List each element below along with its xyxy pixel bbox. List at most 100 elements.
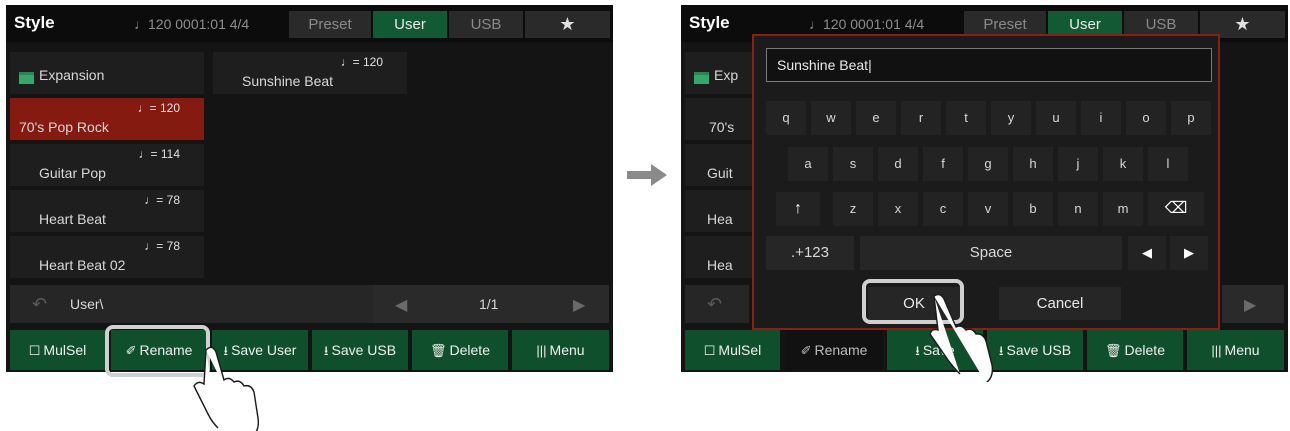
mulsel-button[interactable]: ☐ MulSel [10, 330, 105, 370]
style-name: Heart Beat [39, 211, 106, 227]
key-v[interactable]: v [968, 192, 1008, 226]
key-j[interactable]: j [1058, 147, 1098, 181]
key-x[interactable]: x [878, 192, 918, 226]
key-e[interactable]: e [856, 101, 896, 135]
trash-icon: 🗑 [1105, 343, 1122, 358]
key-p[interactable]: p [1171, 101, 1211, 135]
folder-label: Expansion [39, 67, 105, 83]
style-item-heart-beat[interactable]: ♩= 78 Heart Beat [10, 190, 204, 232]
star-icon: ★ [559, 14, 576, 34]
header-bar: Style ♩120 0001:01 4/4 Preset User USB ★ [6, 5, 613, 42]
mulsel-button[interactable]: ☐ MulSel [685, 330, 780, 370]
left-arrow-icon: ◀ [1142, 245, 1152, 260]
name-input[interactable]: Sunshine Beat| [766, 48, 1212, 82]
key-b[interactable]: b [1013, 192, 1053, 226]
folder-icon [19, 72, 34, 84]
delete-button[interactable]: 🗑 Delete [412, 330, 508, 370]
path-label: User\ [70, 296, 104, 312]
button-label: Delete [449, 342, 490, 358]
style-name: Hea [707, 211, 733, 227]
key-i[interactable]: i [1081, 101, 1121, 135]
save-user-icon: ⭳ [915, 343, 920, 358]
style-item-sunshine-beat[interactable]: ♩= 120 Sunshine Beat [213, 52, 407, 94]
prev-page-icon[interactable]: ◀ [395, 295, 407, 315]
folder-label: Exp [714, 67, 739, 83]
folder-expansion[interactable]: Expansion [10, 52, 204, 94]
trash-icon: 🗑 [430, 343, 447, 358]
tab-user[interactable]: User [373, 11, 447, 38]
key-m[interactable]: m [1103, 192, 1143, 226]
style-item-70s-pop-rock[interactable]: ♩= 120 70's Pop Rock [10, 98, 204, 140]
tab-preset[interactable]: Preset [289, 11, 371, 38]
path-bar: ↶ User\ [10, 285, 407, 323]
menu-button[interactable]: ||| Menu [512, 330, 609, 370]
folder-icon [694, 72, 709, 84]
rename-icon: ✐ [800, 343, 812, 358]
style-name: Guit [707, 165, 733, 181]
page-title: Style [689, 13, 730, 32]
style-item-heart-beat-02[interactable]: ♩= 78 Heart Beat 02 [10, 236, 204, 278]
key-w[interactable]: w [811, 101, 851, 135]
backspace-icon: ⌫ [1164, 200, 1188, 217]
next-page-icon[interactable]: ▶ [573, 295, 585, 315]
tab-favorite[interactable]: ★ [525, 11, 610, 38]
key-c[interactable]: c [923, 192, 963, 226]
style-name: 70's Pop Rock [19, 119, 109, 135]
key-n[interactable]: n [1058, 192, 1098, 226]
key-l[interactable]: l [1148, 147, 1188, 181]
next-page-icon[interactable]: ▶ [1244, 295, 1256, 315]
page-indicator: 1/1 [479, 296, 499, 312]
hand-pointer-icon [929, 293, 994, 382]
key-y[interactable]: y [991, 101, 1031, 135]
cursor-right-key[interactable]: ▶ [1170, 236, 1208, 270]
button-label: Rename [814, 342, 868, 358]
multi-select-icon: ☐ [28, 343, 41, 358]
cancel-button[interactable]: Cancel [999, 287, 1121, 320]
key-g[interactable]: g [968, 147, 1008, 181]
menu-button[interactable]: ||| Menu [1187, 330, 1284, 370]
style-tempo: ♩= 78 [144, 239, 180, 253]
shift-arrow-icon: ↑ [794, 200, 802, 217]
key-k[interactable]: k [1103, 147, 1143, 181]
key-z[interactable]: z [833, 192, 873, 226]
save-usb-button[interactable]: ⭳ Save USB [312, 330, 408, 370]
shift-key[interactable]: ↑ [776, 192, 820, 226]
button-label: Menu [549, 342, 585, 358]
style-tempo: ♩= 120 [340, 55, 383, 69]
key-t[interactable]: t [946, 101, 986, 135]
rename-button[interactable]: ✐ Rename [786, 330, 882, 370]
key-d[interactable]: d [878, 147, 918, 181]
key-o[interactable]: o [1126, 101, 1166, 135]
star-icon: ★ [1234, 14, 1251, 34]
backspace-key[interactable]: ⌫ [1148, 192, 1204, 226]
page-nav: ▶ [1222, 285, 1284, 323]
tempo-display: ♩120 0001:01 4/4 [809, 16, 925, 32]
back-arrow-icon[interactable]: ↶ [707, 294, 722, 315]
style-tempo: ♩= 120 [137, 101, 180, 115]
delete-button[interactable]: 🗑 Delete [1087, 330, 1183, 370]
style-name: Hea [707, 257, 733, 273]
style-screen-left: Style ♩120 0001:01 4/4 Preset User USB ★… [6, 5, 613, 372]
key-r[interactable]: r [901, 101, 941, 135]
function-button-row: ☐ MulSel ✐ Rename ⭳ Save User ⭳ Save USB 🗑 De… [6, 330, 613, 372]
transition-arrow-icon [627, 164, 667, 186]
key-u[interactable]: u [1036, 101, 1076, 135]
key-f[interactable]: f [923, 147, 963, 181]
page-title: Style [14, 13, 55, 32]
tab-usb[interactable]: USB [449, 11, 523, 38]
multi-select-icon: ☐ [703, 343, 716, 358]
style-name: Heart Beat 02 [39, 257, 126, 273]
cursor-left-key[interactable]: ◀ [1128, 236, 1166, 270]
key-a[interactable]: a [788, 147, 828, 181]
button-label: MulSel [718, 342, 762, 358]
key-s[interactable]: s [833, 147, 873, 181]
back-arrow-icon[interactable]: ↶ [32, 294, 47, 315]
space-key[interactable]: Space [860, 236, 1122, 270]
key-h[interactable]: h [1013, 147, 1053, 181]
style-name: 70's [709, 119, 735, 135]
button-label: MulSel [43, 342, 87, 358]
numbers-key[interactable]: .+123 [766, 236, 854, 270]
style-item-guitar-pop[interactable]: ♩= 114 Guitar Pop [10, 144, 204, 186]
key-q[interactable]: q [766, 101, 806, 135]
button-label: Delete [1124, 342, 1165, 358]
